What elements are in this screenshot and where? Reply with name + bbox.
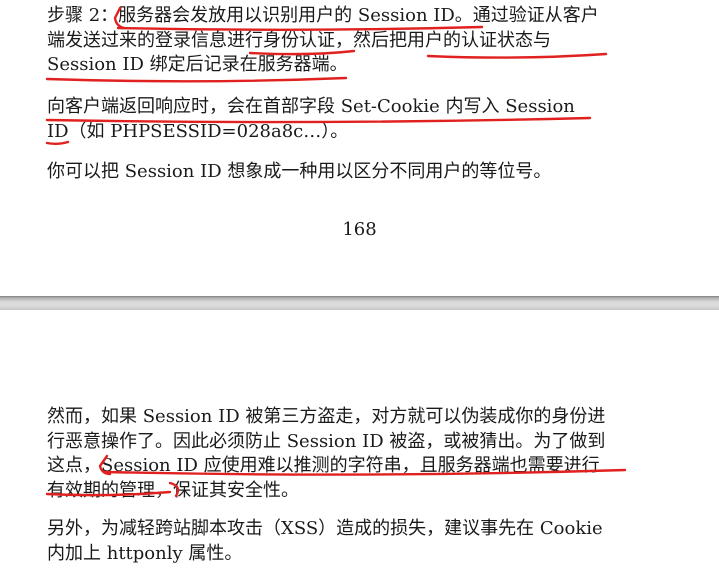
page-separator	[0, 296, 719, 310]
book-page-lower: 然而，如果 Session ID 被第三方盗走，对方就可以伪装成你的身份进 行恶…	[0, 310, 719, 571]
text-line: 步骤 2：服务器会发放用以识别用户的 Session ID。通过验证从客户	[47, 5, 599, 26]
text-line: 行恶意操作了。因此必须防止 Session ID 被盗，或被猜出。为了做到	[47, 430, 606, 452]
text-line: 另外，为减轻跨站脚本攻击（XSS）造成的损失，建议事先在 Cookie	[47, 518, 603, 539]
step2-paragraph: 步骤 2：服务器会发放用以识别用户的 Session ID。通过验证从客户 端发…	[47, 4, 647, 78]
page-number: 168	[342, 219, 377, 240]
text-line: 然而，如果 Session ID 被第三方盗走，对方就可以伪装成你的身份进	[47, 406, 606, 427]
text-line: 端发送过来的登录信息进行身份认证，然后把用户的认证状态与	[47, 29, 551, 51]
text-line: 有效期的管理，保证其安全性。	[47, 479, 299, 501]
analogy-paragraph: 你可以把 Session ID 想象成一种用以区分不同用户的等位号。	[47, 160, 647, 185]
text-line: 你可以把 Session ID 想象成一种用以区分不同用户的等位号。	[47, 161, 552, 182]
session-theft-paragraph: 然而，如果 Session ID 被第三方盗走，对方就可以伪装成你的身份进 行恶…	[47, 405, 647, 503]
text-line: 这点，Session ID 应使用难以推测的字符串，且服务器端也需要进行	[47, 455, 600, 476]
set-cookie-paragraph: 向客户端返回响应时，会在首部字段 Set-Cookie 内写入 Session …	[47, 95, 647, 144]
text-line: 向客户端返回响应时，会在首部字段 Set-Cookie 内写入 Session	[47, 96, 575, 117]
book-page-upper: 步骤 2：服务器会发放用以识别用户的 Session ID。通过验证从客户 端发…	[0, 0, 719, 296]
text-line: Session ID 绑定后记录在服务器端。	[47, 54, 348, 75]
text-line: ID（如 PHPSESSID=028a8c…）。	[47, 120, 349, 142]
text-line: 内加上 httponly 属性。	[47, 542, 243, 564]
httponly-paragraph: 另外，为减轻跨站脚本攻击（XSS）造成的损失，建议事先在 Cookie 内加上 …	[47, 517, 647, 566]
